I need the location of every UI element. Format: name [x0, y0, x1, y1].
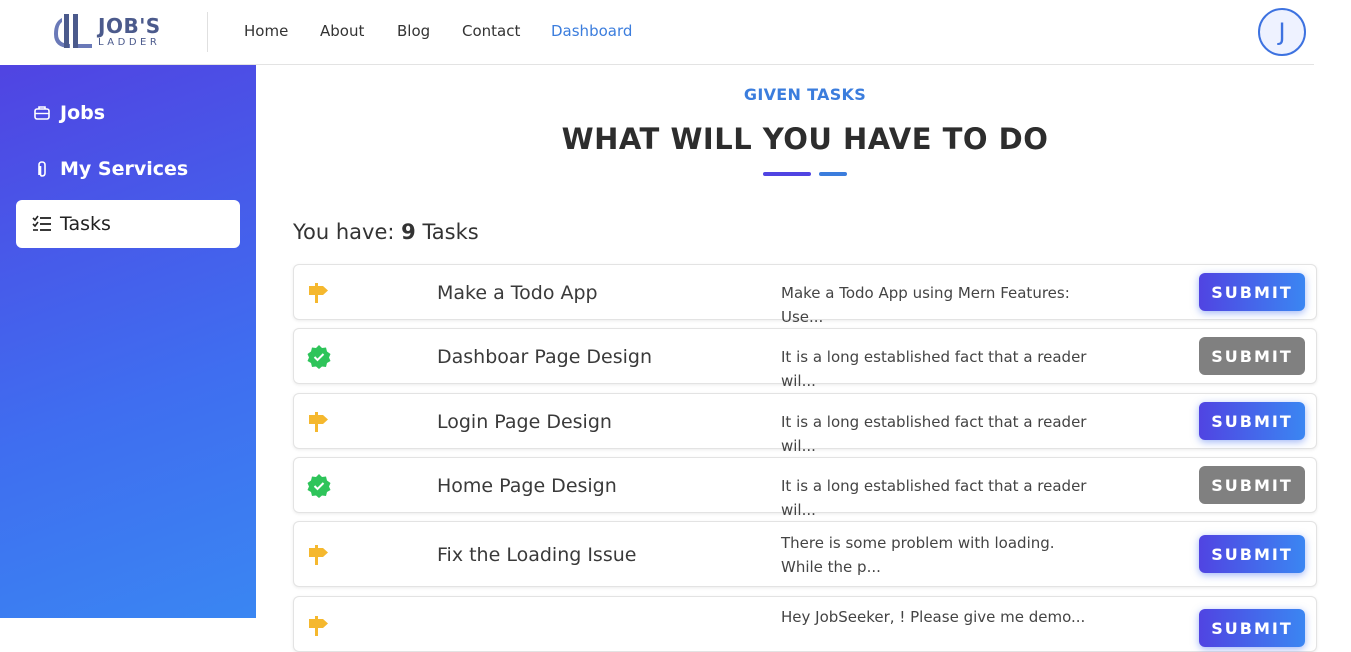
nav-blog[interactable]: Blog: [397, 22, 430, 40]
brand-sub: LADDER: [98, 37, 161, 48]
user-avatar[interactable]: J: [1258, 8, 1306, 56]
nav-about[interactable]: About: [320, 22, 364, 40]
submit-button[interactable]: SUBMIT: [1199, 402, 1305, 440]
signpost-icon: [306, 613, 332, 639]
header-divider: [207, 12, 208, 52]
section-tag: GIVEN TASKS: [743, 85, 867, 104]
signpost-icon: [306, 409, 332, 435]
checklist-icon: [32, 214, 52, 234]
sidebar-item-my-services[interactable]: My Services: [16, 145, 240, 193]
task-title: Dashboar Page Design: [437, 346, 653, 368]
task-count-number: 9: [401, 220, 416, 244]
sidebar-item-label: Tasks: [60, 213, 111, 235]
signpost-icon: [306, 280, 332, 306]
task-count-prefix: You have:: [293, 220, 402, 244]
task-title: Home Page Design: [437, 475, 617, 497]
sidebar-item-tasks[interactable]: Tasks: [16, 200, 240, 248]
task-title: Fix the Loading Issue: [437, 544, 637, 566]
submit-button[interactable]: SUBMIT: [1199, 273, 1305, 311]
brand-name: JOB'S: [98, 14, 161, 38]
verified-check-icon: [306, 344, 332, 370]
nav-home[interactable]: Home: [244, 22, 288, 40]
dashboard-sidebar: Jobs My Services Tasks: [0, 65, 256, 618]
title-underline-primary: [763, 172, 811, 176]
task-row: Hey JobSeeker, ! Please give me demo... …: [293, 596, 1317, 652]
task-description: Hey JobSeeker, ! Please give me demo...: [781, 608, 1086, 626]
sidebar-item-label: Jobs: [60, 102, 106, 124]
briefcase-icon: [32, 103, 52, 123]
task-description: It is a long established fact that a rea…: [781, 413, 1087, 455]
signpost-icon: [306, 542, 332, 568]
task-row: Make a Todo App Make a Todo App using Me…: [293, 264, 1317, 326]
submit-button[interactable]: SUBMIT: [1199, 337, 1305, 375]
nav-dashboard[interactable]: Dashboard: [551, 22, 632, 40]
task-title: Login Page Design: [437, 411, 612, 433]
top-navbar: JOB'S LADDER Home About Blog Contact Das…: [0, 0, 1351, 64]
task-row: Login Page Design It is a long establish…: [293, 393, 1317, 455]
nav-contact[interactable]: Contact: [462, 22, 520, 40]
brand-logo[interactable]: JOB'S LADDER: [48, 12, 178, 52]
task-description: There is some problem with loading. Whil…: [781, 534, 1055, 576]
task-description: Make a Todo App using Mern Features: Use…: [781, 284, 1070, 326]
title-underline-secondary: [819, 172, 847, 176]
page-title: WHAT WILL YOU HAVE TO DO: [561, 122, 1049, 156]
task-count: You have: 9 Tasks: [293, 220, 479, 244]
sidebar-item-label: My Services: [60, 158, 189, 180]
submit-button[interactable]: SUBMIT: [1199, 466, 1305, 504]
submit-button[interactable]: SUBMIT: [1199, 535, 1305, 573]
task-description: It is a long established fact that a rea…: [781, 348, 1087, 390]
task-description: It is a long established fact that a rea…: [781, 477, 1087, 519]
submit-button[interactable]: SUBMIT: [1199, 609, 1305, 647]
jobs-ladder-logo-icon: [54, 14, 92, 48]
task-count-suffix: Tasks: [415, 220, 479, 244]
task-row: Fix the Loading Issue There is some prob…: [293, 521, 1317, 587]
sidebar-item-jobs[interactable]: Jobs: [16, 89, 240, 137]
verified-check-icon: [306, 473, 332, 499]
task-row: Dashboar Page Design It is a long establ…: [293, 328, 1317, 390]
clipboard-icon: [32, 159, 52, 179]
task-title: Make a Todo App: [437, 282, 598, 304]
task-row: Home Page Design It is a long establishe…: [293, 457, 1317, 519]
